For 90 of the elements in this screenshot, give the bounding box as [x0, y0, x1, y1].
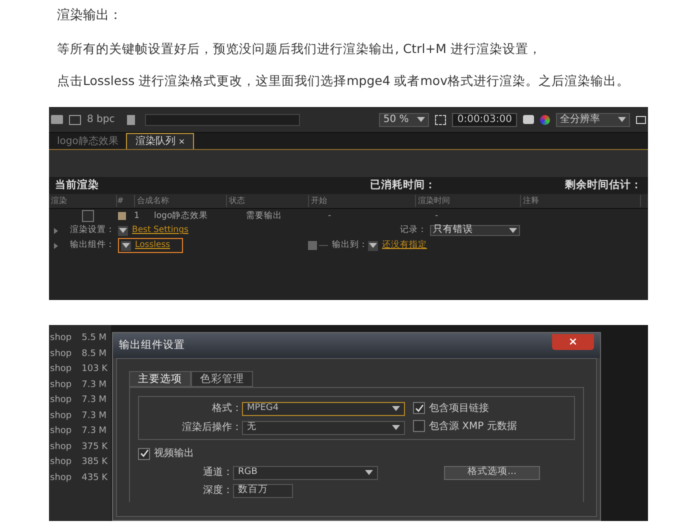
dropdown-caret-icon: [417, 117, 426, 122]
column-header[interactable]: 渲染时间: [416, 195, 521, 207]
panel-tab[interactable]: 渲染队列 ×: [126, 133, 194, 149]
expand-arrow-icon[interactable]: [54, 228, 58, 234]
format-label: 格式：: [211, 402, 242, 416]
dropdown-caret-icon: [122, 243, 130, 248]
file-size: 103 K: [82, 363, 108, 376]
checkbox-label: 包含项目链接: [429, 402, 489, 416]
dropdown-caret-icon: [119, 228, 127, 233]
depth-dropdown[interactable]: 数百万: [233, 484, 293, 498]
close-button[interactable]: ×: [552, 334, 594, 350]
dropdown-caret-icon: [618, 117, 626, 122]
log-dropdown[interactable]: 只有错误: [430, 225, 520, 236]
render-time: -: [435, 210, 438, 222]
checkbox-label: 包含源 XMP 元数据: [429, 420, 517, 434]
checkbox[interactable]: [413, 402, 425, 414]
dropdown-caret-icon: [369, 243, 377, 248]
file-size: 7.3 M: [82, 425, 107, 438]
depth-label: 深度：: [202, 484, 233, 498]
file-name: shop: [50, 456, 72, 469]
render-settings-link[interactable]: Best Settings: [132, 224, 352, 237]
start-time: -: [328, 210, 332, 222]
expand-arrow-icon[interactable]: [54, 242, 58, 248]
file-size: 7.3 M: [82, 394, 107, 407]
panel-tab[interactable]: logo静态效果: [49, 133, 126, 149]
file-name: shop: [50, 363, 72, 376]
post-render-dropdown[interactable]: 无: [242, 420, 405, 434]
current-render-label: 当前渲染: [55, 178, 100, 193]
video-output-label: 视频输出: [154, 446, 194, 461]
file-name: shop: [50, 378, 72, 392]
dropdown-caret-icon: [365, 470, 373, 475]
output-to-label: 输出到：: [332, 239, 368, 252]
output-module-label: 输出组件：: [70, 239, 116, 252]
region-icon[interactable]: [435, 114, 446, 124]
output-module-dropdown[interactable]: Lossless: [118, 238, 183, 253]
dropdown-button[interactable]: [118, 226, 128, 236]
paragraph: 等所有的关键帧设置好后，预览没问题后我们进行渲染输出, Ctrl+M 进行渲染设置，: [57, 40, 542, 58]
checkbox[interactable]: [413, 420, 425, 432]
resolution-dropdown[interactable]: 全分辨率: [556, 112, 630, 126]
file-size: 7.3 M: [82, 378, 107, 392]
file-size: 8.5 M: [82, 348, 107, 360]
file-name: shop: [50, 472, 72, 484]
elapsed-time-label: 已消耗时间：: [370, 178, 437, 193]
channel-label: 通道：: [202, 466, 233, 480]
remaining-time-label: 剩余时间估计：: [565, 178, 642, 193]
item-status: 需要输出: [246, 210, 283, 222]
channel-dropdown[interactable]: RGB: [233, 466, 378, 480]
paragraph: 点击Lossless 进行渲染格式更改，这里面我们选择mpge4 或者mov格式进行渲染。之后渲染输出。: [57, 72, 630, 90]
label-color-icon: [118, 212, 126, 220]
view-icon[interactable]: [636, 116, 646, 124]
dialog-tab[interactable]: 色彩管理: [191, 371, 253, 387]
file-size: 375 K: [82, 440, 108, 454]
log-label: 记录：: [400, 224, 427, 237]
file-size: 7.3 M: [82, 410, 107, 422]
column-header[interactable]: 状态: [227, 195, 309, 207]
format-options-button[interactable]: 格式选项...: [444, 466, 540, 480]
file-size: 385 K: [82, 456, 108, 469]
checkbox[interactable]: [138, 448, 150, 460]
file-name: shop: [50, 440, 72, 454]
file-name: shop: [50, 425, 72, 438]
dropdown-caret-icon: [392, 406, 400, 411]
file-size: 435 K: [82, 472, 108, 484]
dropdown-button[interactable]: [368, 240, 378, 250]
dropdown-caret-icon: [509, 228, 517, 233]
column-header[interactable]: 渲染: [49, 195, 117, 207]
render-settings-label: 渲染设置：: [70, 224, 116, 237]
file-name: shop: [50, 410, 72, 422]
post-render-label: 渲染后操作：: [181, 420, 242, 435]
scrollbar[interactable]: [144, 114, 300, 126]
section-heading: 渲染输出：: [57, 7, 123, 25]
bpc-label[interactable]: 8 bpc: [87, 112, 115, 127]
dropdown-caret-icon: [392, 425, 400, 430]
column-header[interactable]: 开始: [309, 195, 416, 207]
item-number: 1: [134, 210, 140, 222]
comp-name: logo静态效果: [154, 210, 210, 222]
column-header[interactable]: 合成名称: [135, 195, 227, 207]
file-size: 5.5 M: [82, 332, 107, 345]
timecode-field[interactable]: 0:00:03:00: [452, 112, 517, 126]
file-name: shop: [50, 394, 72, 407]
column-header[interactable]: 注释: [521, 195, 641, 207]
dialog-title: 输出组件设置: [119, 338, 185, 353]
zoom-dropdown[interactable]: 50 %: [379, 112, 430, 126]
file-name: shop: [50, 348, 72, 360]
column-header[interactable]: #: [117, 195, 135, 207]
color-channels-icon[interactable]: [540, 114, 550, 124]
dialog-tab[interactable]: 主要选项: [129, 371, 191, 387]
checkbox[interactable]: [82, 210, 94, 222]
output-file-link[interactable]: 还没有指定: [382, 239, 427, 252]
format-dropdown[interactable]: MPEG4: [242, 402, 405, 416]
file-name: shop: [50, 332, 72, 345]
